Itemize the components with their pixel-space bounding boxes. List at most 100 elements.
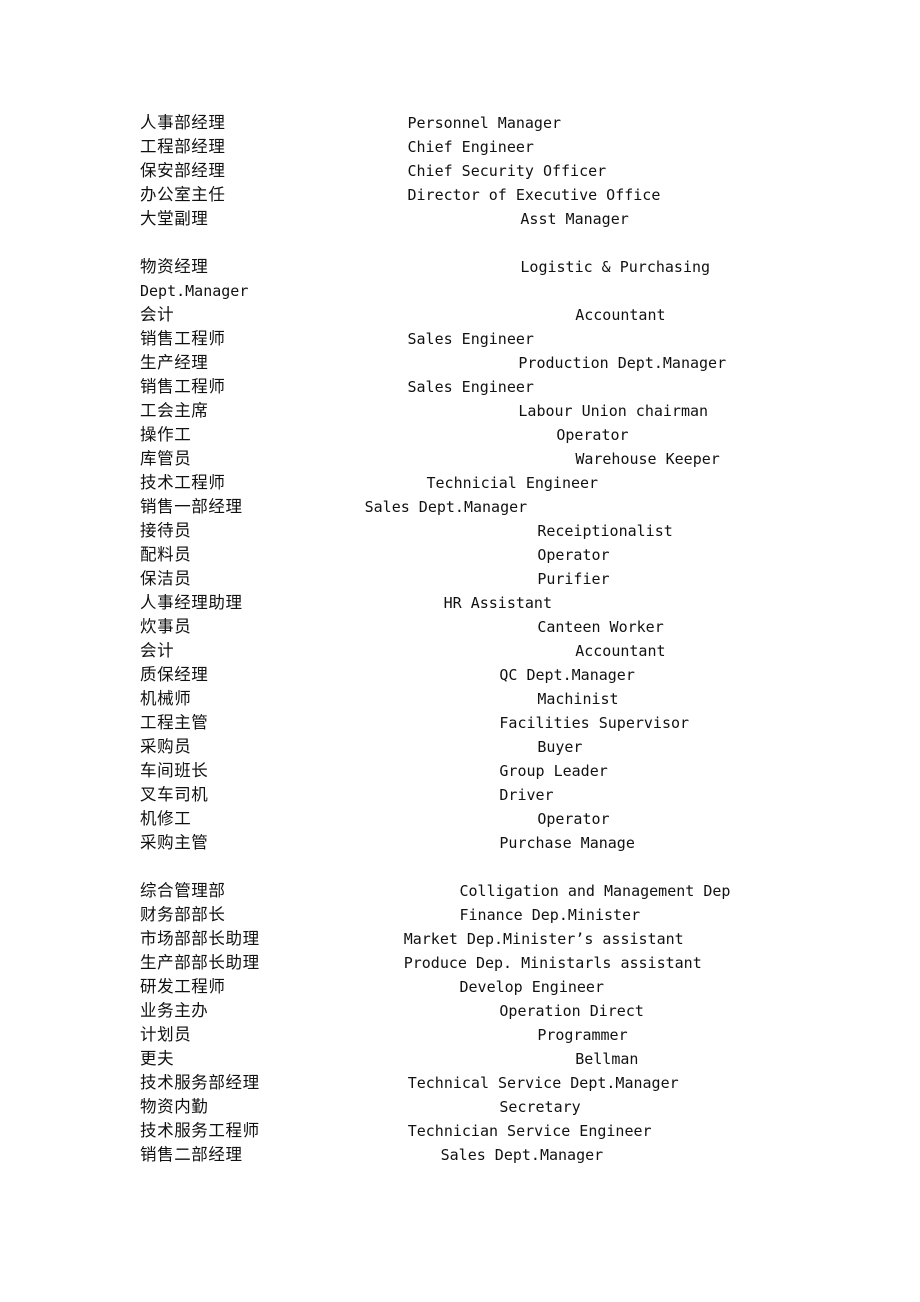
chinese-term: 销售工程师 <box>140 329 226 348</box>
glossary-row: 人事部经理 Personnel Manager <box>140 111 840 135</box>
glossary-row: 综合管理部 Colligation and Management Dep <box>140 879 840 903</box>
chinese-term: 工程主管 <box>140 713 209 732</box>
english-term: Market Dep.Minister’s assistant <box>403 930 684 948</box>
english-term: Operation Direct <box>499 1002 644 1020</box>
chinese-term: 机械师 <box>140 689 192 708</box>
english-term: Technical Service Dept.Manager <box>407 1074 679 1092</box>
chinese-term: 综合管理部 <box>140 881 226 900</box>
glossary-row: 销售工程师 Sales Engineer <box>140 327 840 351</box>
chinese-term: 生产经理 <box>140 353 209 372</box>
english-term: Chief Engineer <box>407 138 534 156</box>
english-term: Operator <box>537 810 610 828</box>
english-term: Buyer <box>537 738 583 756</box>
english-term: Finance Dep.Minister <box>459 906 641 924</box>
glossary-row: 工会主席 Labour Union chairman <box>140 399 840 423</box>
document-body: 人事部经理 Personnel Manager 工程部经理 Chief Enginee… <box>140 111 840 1167</box>
english-term-continuation: Dept.Manager <box>140 282 249 300</box>
chinese-term: 生产部部长助理 <box>140 953 260 972</box>
chinese-term: 配料员 <box>140 545 192 564</box>
english-term: Secretary <box>499 1098 581 1116</box>
glossary-row: 叉车司机 Driver <box>140 783 840 807</box>
chinese-term: 保安部经理 <box>140 161 226 180</box>
glossary-row: 财务部部长 Finance Dep.Minister <box>140 903 840 927</box>
english-term: Sales Engineer <box>407 330 534 348</box>
english-term: Develop Engineer <box>459 978 605 996</box>
glossary-row: 配料员 Operator <box>140 543 840 567</box>
glossary-row: 业务主办 Operation Direct <box>140 999 840 1023</box>
chinese-term: 人事经理助理 <box>140 593 243 612</box>
glossary-row-continuation: Dept.Manager <box>140 279 840 303</box>
english-term: Machinist <box>537 690 619 708</box>
chinese-term: 研发工程师 <box>140 977 226 996</box>
glossary-row: 生产经理 Production Dept.Manager <box>140 351 840 375</box>
chinese-term: 办公室主任 <box>140 185 226 204</box>
english-term: Operator <box>556 426 629 444</box>
chinese-term: 工会主席 <box>140 401 209 420</box>
chinese-term: 库管员 <box>140 449 192 468</box>
chinese-term: 工程部经理 <box>140 137 226 156</box>
chinese-term: 技术服务工程师 <box>140 1121 260 1140</box>
glossary-row: 库管员 Warehouse Keeper <box>140 447 840 471</box>
glossary-row: 物资内勤 Secretary <box>140 1095 840 1119</box>
english-term: Asst Manager <box>520 210 629 228</box>
chinese-term: 计划员 <box>140 1025 192 1044</box>
chinese-term: 技术服务部经理 <box>140 1073 260 1092</box>
glossary-row: 销售二部经理 Sales Dept.Manager <box>140 1143 840 1167</box>
english-term: Accountant <box>575 642 666 660</box>
english-term: Accountant <box>575 306 666 324</box>
english-term: Logistic & Purchasing <box>520 258 711 276</box>
english-term: Purifier <box>537 570 610 588</box>
chinese-term: 操作工 <box>140 425 192 444</box>
glossary-row: 技术服务部经理 Technical Service Dept.Manager <box>140 1071 840 1095</box>
glossary-row: 计划员 Programmer <box>140 1023 840 1047</box>
english-term: Driver <box>499 786 554 804</box>
chinese-term: 车间班长 <box>140 761 209 780</box>
glossary-row: 车间班长 Group Leader <box>140 759 840 783</box>
chinese-term: 财务部部长 <box>140 905 226 924</box>
chinese-term: 保洁员 <box>140 569 192 588</box>
glossary-row: 接待员 Receiptionalist <box>140 519 840 543</box>
english-term: Group Leader <box>499 762 608 780</box>
chinese-term: 会计 <box>140 305 175 324</box>
document-page: 人事部经理 Personnel Manager 工程部经理 Chief Enginee… <box>0 0 920 1302</box>
english-term: Technicial Engineer <box>426 474 599 492</box>
chinese-term: 销售工程师 <box>140 377 226 396</box>
english-term: Director of Executive Office <box>407 186 661 204</box>
glossary-row: 炊事员 Canteen Worker <box>140 615 840 639</box>
glossary-row: 工程主管 Facilities Supervisor <box>140 711 840 735</box>
english-term: Programmer <box>537 1026 628 1044</box>
english-term: Technician Service Engineer <box>407 1122 652 1140</box>
glossary-row: 机修工 Operator <box>140 807 840 831</box>
english-term: Labour Union chairman <box>518 402 709 420</box>
glossary-row: 采购员 Buyer <box>140 735 840 759</box>
glossary-row: 采购主管 Purchase Manage <box>140 831 840 855</box>
chinese-term: 物资内勤 <box>140 1097 209 1116</box>
glossary-row: 质保经理 QC Dept.Manager <box>140 663 840 687</box>
glossary-row: 研发工程师 Develop Engineer <box>140 975 840 999</box>
glossary-row: 市场部部长助理 Market Dep.Minister’s assistant <box>140 927 840 951</box>
glossary-row: 人事经理助理 HR Assistant <box>140 591 840 615</box>
english-term: Purchase Manage <box>499 834 635 852</box>
glossary-row: 物资经理 Logistic & Purchasing <box>140 255 840 279</box>
chinese-term: 采购员 <box>140 737 192 756</box>
glossary-row: 会计 Accountant <box>140 639 840 663</box>
chinese-term: 炊事员 <box>140 617 192 636</box>
glossary-row: 保安部经理 Chief Security Officer <box>140 159 840 183</box>
chinese-term: 机修工 <box>140 809 192 828</box>
glossary-row: 大堂副理 Asst Manager <box>140 207 840 231</box>
glossary-row: 销售工程师 Sales Engineer <box>140 375 840 399</box>
chinese-term: 大堂副理 <box>140 209 209 228</box>
chinese-term: 业务主办 <box>140 1001 209 1020</box>
chinese-term: 接待员 <box>140 521 192 540</box>
english-term: Operator <box>537 546 610 564</box>
english-term: HR Assistant <box>443 594 552 612</box>
english-term: Production Dept.Manager <box>518 354 727 372</box>
chinese-term: 采购主管 <box>140 833 209 852</box>
english-term: Receiptionalist <box>537 522 673 540</box>
chinese-term: 人事部经理 <box>140 113 226 132</box>
english-term: Canteen Worker <box>537 618 664 636</box>
english-term: Facilities Supervisor <box>499 714 690 732</box>
english-term: Bellman <box>575 1050 639 1068</box>
chinese-term: 质保经理 <box>140 665 209 684</box>
english-term: Chief Security Officer <box>407 162 607 180</box>
